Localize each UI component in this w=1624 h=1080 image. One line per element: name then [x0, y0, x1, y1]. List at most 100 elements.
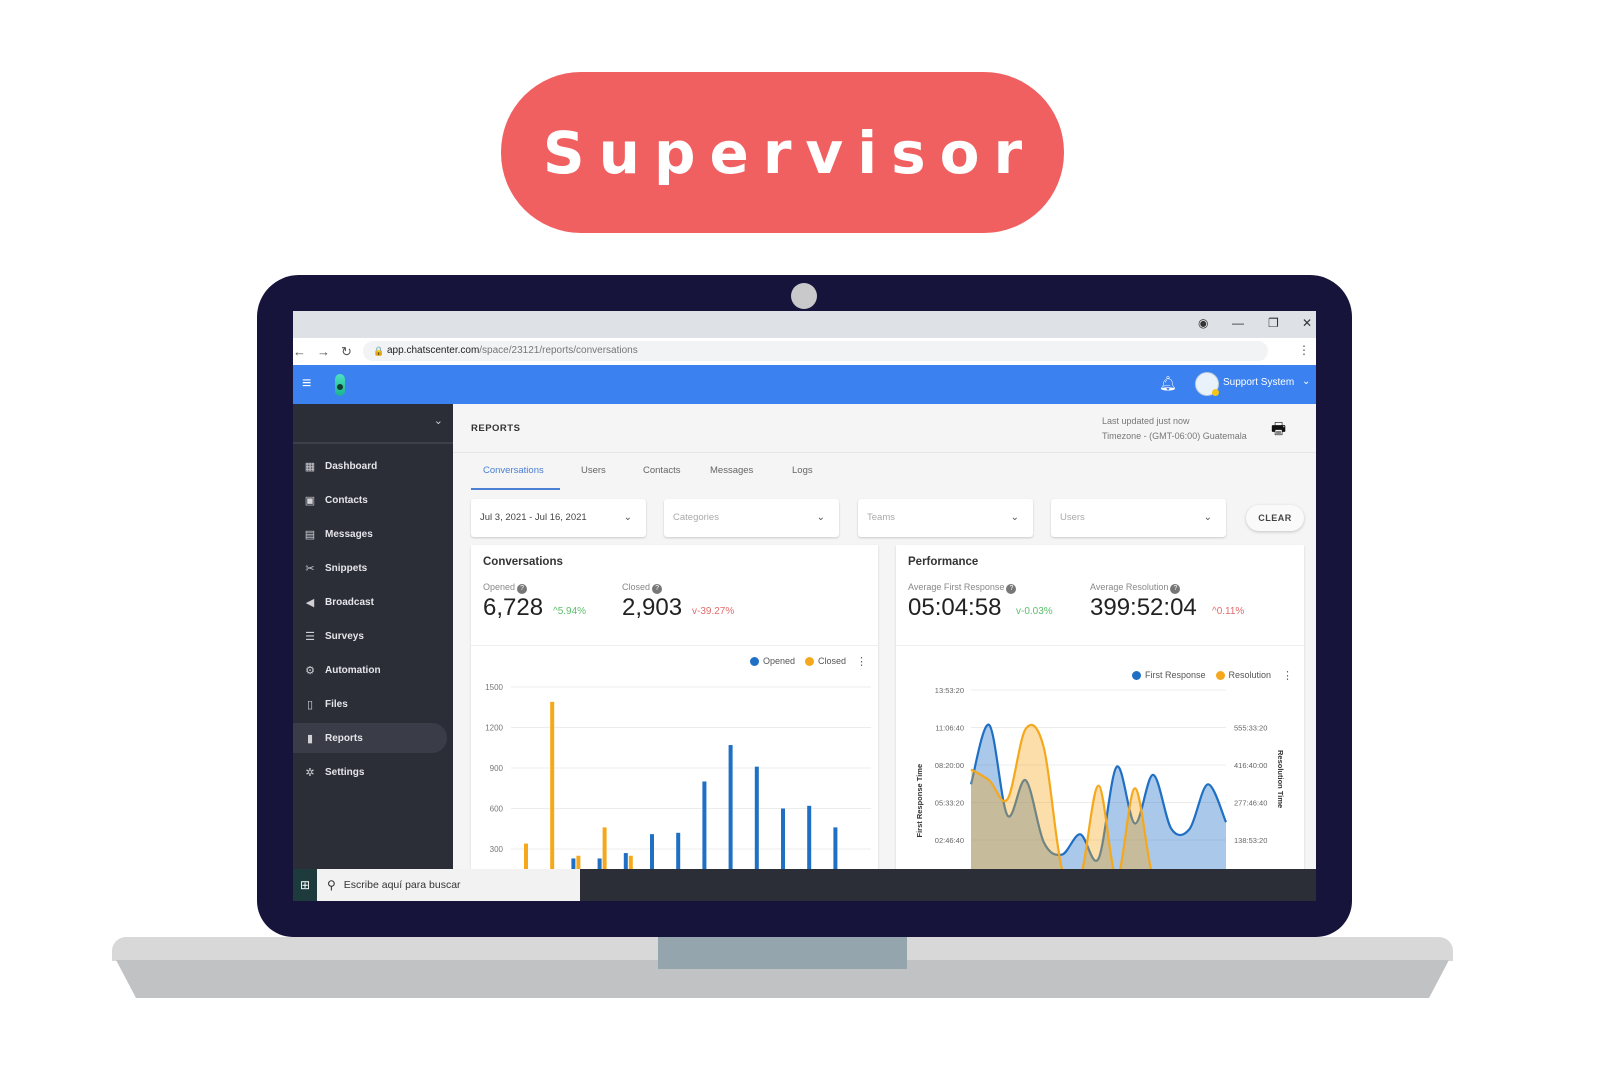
legend-dot-closed — [805, 656, 815, 666]
first-response-label: Average First Response? — [908, 582, 1017, 594]
help-icon[interactable]: ? — [652, 584, 663, 594]
chart-menu-icon[interactable]: ⋮ — [1282, 669, 1293, 682]
y-tick-label: 1200 — [485, 724, 503, 733]
clear-button[interactable]: CLEAR — [1246, 505, 1304, 531]
help-icon[interactable]: ? — [1170, 584, 1181, 594]
user-name[interactable]: Support System — [1223, 377, 1294, 388]
bell-icon[interactable]: 🔔︎ — [1159, 375, 1177, 392]
timezone: Timezone - (GMT-06:00) Guatemala — [1102, 431, 1247, 441]
chevron-down-icon[interactable]: ⌄ — [1302, 376, 1310, 387]
y-tick-label-left: 05:33:20 — [935, 798, 964, 807]
date-range-value: Jul 3, 2021 - Jul 16, 2021 — [480, 512, 587, 523]
card-title: Conversations — [483, 556, 563, 568]
legend-first-response[interactable]: First Response — [1145, 670, 1206, 680]
supervisor-badge: Supervisor — [501, 72, 1064, 233]
browser-toolbar: ← → ↻ 🔒 app.chatscenter.com/space/23121/… — [293, 338, 1316, 365]
help-icon[interactable]: ? — [517, 584, 528, 594]
sidebar-item-label: Files — [325, 698, 348, 710]
hamburger-icon[interactable]: ≡ — [302, 375, 311, 393]
address-bar[interactable]: 🔒 app.chatscenter.com/space/23121/report… — [363, 341, 1268, 361]
menu-kebab-icon[interactable]: ⋮ — [1298, 343, 1310, 357]
avatar[interactable] — [1195, 372, 1219, 396]
os-taskbar: ⊞ ⚲ Escribe aquí para buscar — [293, 869, 1316, 901]
sidebar-item-dashboard[interactable]: ▦ Dashboard — [293, 451, 447, 481]
survey-list-icon: ☰ — [305, 630, 315, 643]
tab-logs[interactable]: Logs — [792, 465, 813, 476]
sidebar-item-messages[interactable]: ▤ Messages — [293, 519, 447, 549]
taskbar-search[interactable]: ⚲ Escribe aquí para buscar — [317, 869, 580, 901]
closed-label-text: Closed — [622, 582, 651, 592]
file-icon: ▯ — [306, 698, 314, 711]
close-icon[interactable]: ✕ — [1302, 316, 1312, 330]
chart-legend: Opened Closed — [750, 656, 846, 666]
legend-opened[interactable]: Opened — [763, 656, 795, 666]
page-title: REPORTS — [471, 423, 521, 434]
y-tick-label-right: 555:33:20 — [1234, 723, 1267, 732]
minimize-icon[interactable]: — — [1232, 316, 1244, 330]
logo-icon — [335, 374, 345, 396]
back-icon[interactable]: ← — [293, 344, 306, 359]
closed-value: 2,903 — [622, 594, 683, 621]
resolution-label: Average Resolution? — [1090, 582, 1181, 594]
sidebar-item-label: Snippets — [325, 562, 368, 574]
print-icon[interactable]: 🖶 — [1271, 418, 1286, 445]
sidebar: ⌄ ▦ Dashboard ▣ Contacts ▤ Messages ✂ Snippets ◀… — [293, 404, 453, 901]
sidebar-item-reports[interactable]: ▮ Reports — [293, 723, 447, 753]
closed-delta: v-39.27% — [692, 606, 735, 617]
forward-icon[interactable]: → — [317, 344, 330, 359]
bar-chart-icon: ▮ — [306, 732, 314, 745]
sidebar-item-snippets[interactable]: ✂ Snippets — [293, 553, 447, 583]
categories-select[interactable]: Categories ⌄ — [664, 499, 839, 537]
sidebar-item-automation[interactable]: ⚙ Automation — [293, 655, 447, 685]
opened-value: 6,728 — [483, 594, 544, 621]
sidebar-item-surveys[interactable]: ☰ Surveys — [293, 621, 447, 651]
chevron-down-icon: ⌄ — [1010, 512, 1019, 523]
tab-messages[interactable]: Messages — [710, 465, 753, 476]
reports-main: REPORTS Last updated just now Timezone -… — [453, 404, 1316, 901]
active-tab-indicator — [471, 488, 560, 490]
windows-start-icon[interactable]: ⊞ — [293, 869, 317, 901]
contacts-icon: ▣ — [304, 494, 316, 507]
legend-closed[interactable]: Closed — [818, 656, 846, 666]
y-tick-label-left: 11:06:40 — [935, 724, 964, 733]
users-select[interactable]: Users ⌄ — [1051, 499, 1226, 537]
help-icon[interactable]: ? — [1006, 584, 1017, 594]
sidebar-item-label: Surveys — [325, 630, 364, 642]
sidebar-item-files[interactable]: ▯ Files — [293, 689, 447, 719]
sidebar-item-broadcast[interactable]: ◀ Broadcast — [293, 587, 447, 617]
tab-conversations[interactable]: Conversations — [483, 465, 544, 476]
megaphone-icon: ◀ — [305, 596, 315, 609]
chart-menu-icon[interactable]: ⋮ — [856, 655, 867, 668]
closed-label: Closed? — [622, 582, 663, 594]
legend-dot-opened — [750, 656, 759, 666]
first-response-value: 05:04:58 — [908, 594, 1002, 621]
tab-users[interactable]: Users — [581, 465, 606, 476]
teams-select[interactable]: Teams ⌄ — [858, 499, 1033, 537]
y-tick-label-left: 13:53:20 — [935, 686, 964, 695]
gears-icon: ⚙ — [305, 664, 315, 677]
chevron-down-icon[interactable]: ⌄ — [434, 414, 443, 427]
last-updated: Last updated just now — [1102, 416, 1190, 426]
sidebar-item-settings[interactable]: ✲ Settings — [293, 757, 447, 787]
conversations-bar-chart: 300 600 900 1200 1500 — [485, 683, 871, 890]
webcam — [791, 283, 817, 309]
browser-titlebar: ◉ — ❐ ✕ — [293, 311, 1316, 338]
date-range-select[interactable]: Jul 3, 2021 - Jul 16, 2021 ⌄ — [471, 499, 646, 537]
badge-label: Supervisor — [542, 118, 1037, 187]
sidebar-item-contacts[interactable]: ▣ Contacts — [293, 485, 447, 515]
legend-resolution[interactable]: Resolution — [1229, 670, 1272, 680]
opened-delta: ^5.94% — [553, 606, 587, 617]
restore-icon[interactable]: ❐ — [1268, 316, 1279, 330]
categories-placeholder: Categories — [673, 512, 719, 523]
y-tick-label: 600 — [490, 805, 504, 814]
first-response-delta: v-0.03% — [1016, 606, 1053, 617]
y-tick-label-right: 138:53:20 — [1234, 836, 1267, 845]
reload-icon[interactable]: ↻ — [341, 344, 352, 360]
card-title: Performance — [908, 556, 979, 568]
resolution-label-text: Average Resolution — [1090, 582, 1169, 592]
y-tick-label: 900 — [490, 764, 504, 773]
tab-contacts[interactable]: Contacts — [643, 465, 681, 476]
account-circle-icon[interactable]: ◉ — [1198, 316, 1208, 330]
y-axis-label-left: First Response Time — [915, 764, 924, 838]
settings-icon: ✲ — [305, 766, 315, 779]
